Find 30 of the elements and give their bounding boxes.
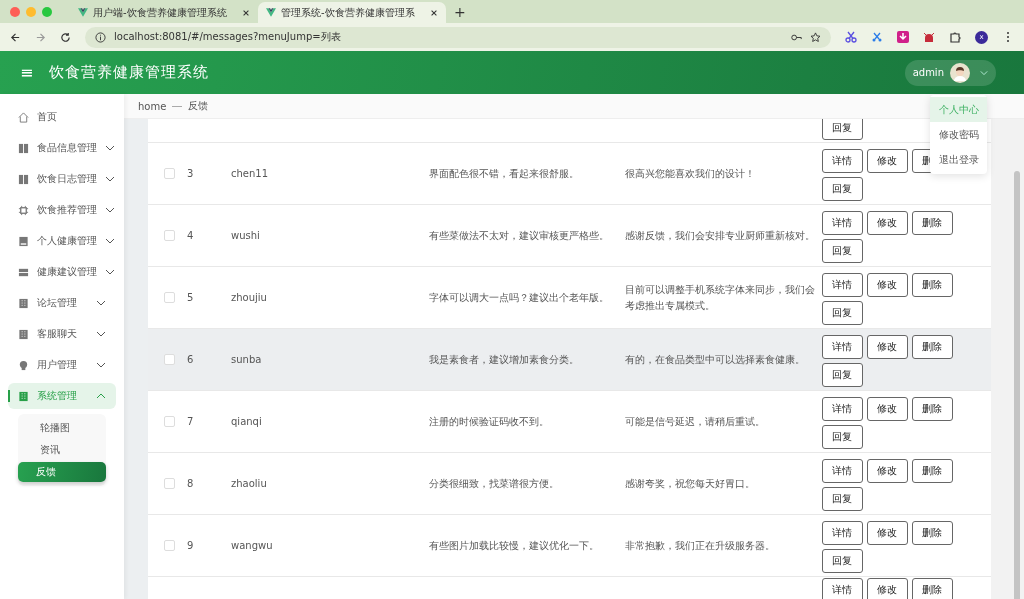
row-number: 7 xyxy=(187,416,194,427)
table-cell: 字体可以调大一点吗？建议出个老年版。 xyxy=(429,290,609,305)
table-cell: wangwu xyxy=(231,540,273,551)
table-cell: chen11 xyxy=(231,168,269,179)
row-number: 6 xyxy=(187,354,194,365)
table-cell: 有些菜做法不太对，建议审核更严格些。 xyxy=(429,228,609,243)
table-cell: 注册的时候验证码收不到。 xyxy=(429,414,549,429)
table-cell: 分类很细致，找菜谱很方便。 xyxy=(429,476,559,491)
row-number: 9 xyxy=(187,540,194,551)
table-cell: zhaoliu xyxy=(231,478,267,489)
table-cell: zhoujiu xyxy=(231,292,267,303)
breadcrumb-item: 反馈 xyxy=(188,99,209,113)
row-number: 8 xyxy=(187,478,194,489)
table-cell: 界面配色很不错，看起来很舒服。 xyxy=(429,166,579,181)
table-cell: 我是素食者，建议增加素食分类。 xyxy=(429,352,579,367)
table-cell: sunba xyxy=(231,354,262,365)
row-number: 5 xyxy=(187,292,194,303)
table-cell-text: 可能是信号延迟，请稍后重试。 xyxy=(625,414,765,429)
table-cell-text: 目前可以调整手机系统字体来同步，我们会考虑推出专属模式。 xyxy=(625,282,816,313)
row-number: 3 xyxy=(187,168,194,179)
table-cell-text: 非常抱歉，我们正在升级服务器。 xyxy=(625,538,775,553)
table-cell-text: 感谢反馈，我们会安排专业厨师重新核对。 xyxy=(625,228,815,243)
table-cell-text: 感谢夸奖，祝您每天好胃口。 xyxy=(625,476,755,491)
table-cell-text: 有的，在食品类型中可以选择素食健康。 xyxy=(625,352,805,367)
row-number: 4 xyxy=(187,230,194,241)
table-cell: qianqi xyxy=(231,416,262,427)
table-cell: wushi xyxy=(231,230,260,241)
app-title: 饮食营养健康管理系统 xyxy=(49,63,210,82)
table-cell-text: 很高兴您能喜欢我们的设计！ xyxy=(625,166,755,181)
table-cell: 有些图片加载比较慢，建议优化一下。 xyxy=(429,538,599,553)
